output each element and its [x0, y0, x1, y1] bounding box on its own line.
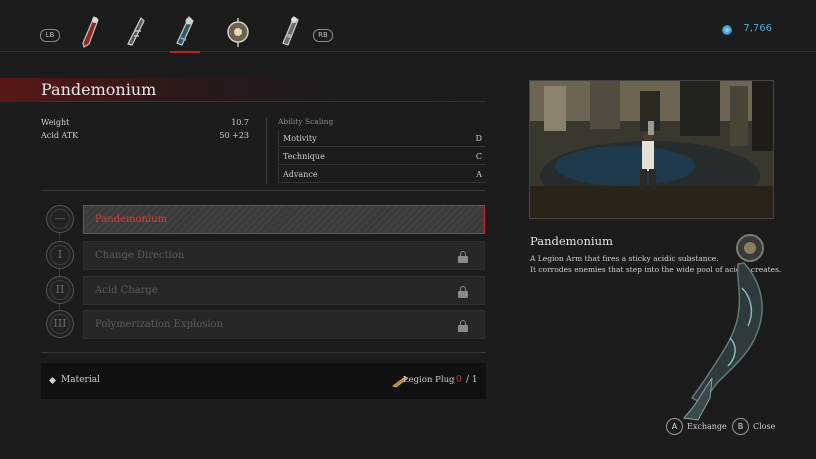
- scaling-label: Technique: [283, 152, 325, 161]
- skill-item-change-direction[interactable]: Change Direction: [83, 241, 485, 270]
- node-ring: [50, 209, 70, 229]
- skill-label: Change Direction: [95, 250, 185, 261]
- legion-arm-icon: [127, 16, 145, 46]
- scaling-label: Advance: [283, 170, 318, 179]
- skill-item-acid-charge[interactable]: Acid Charge: [83, 276, 485, 305]
- scaling-grade: A: [476, 170, 482, 179]
- scaling-label: Motivity: [283, 134, 317, 143]
- page-title: Pandemonium: [41, 80, 157, 99]
- legion-arm-tab-2[interactable]: [123, 14, 149, 50]
- legion-arm-tab-1[interactable]: [78, 14, 104, 50]
- skill-preview-video: [529, 80, 774, 219]
- node-ring: [50, 280, 70, 300]
- lock-icon: [458, 251, 468, 263]
- legion-arm-artwork: [683, 234, 764, 421]
- skill-node-1: I: [46, 241, 74, 269]
- skill-item-polymerization-explosion[interactable]: Polymerization Explosion: [83, 310, 485, 339]
- legion-arm-icon: [227, 18, 249, 47]
- stat-label: Acid ATK: [41, 131, 79, 140]
- b-button-icon: B: [732, 418, 749, 435]
- diamond-bullet-icon: [48, 376, 57, 385]
- ability-scaling-heading: Ability Scaling: [278, 117, 334, 126]
- scaling-grade: C: [475, 152, 482, 161]
- weapon-tab-bar: LB RB 7,766: [0, 0, 816, 53]
- stat-acid-atk: Acid ATK 50 +23: [41, 131, 249, 145]
- legion-arm-tab-5[interactable]: [277, 14, 303, 50]
- scaling-row-motivity: Motivity D: [278, 130, 486, 147]
- skill-node-3: III: [46, 310, 74, 338]
- a-button-icon: A: [666, 418, 683, 435]
- right-bumper-button[interactable]: RB: [313, 29, 333, 42]
- stat-weight: Weight 10.7: [41, 118, 249, 132]
- skill-label: Pandemonium: [95, 214, 168, 225]
- skill-node-base: —: [46, 205, 74, 233]
- left-bumper-button[interactable]: LB: [40, 29, 60, 42]
- skill-connector: [59, 233, 60, 241]
- stat-value: 50 +23: [219, 131, 249, 140]
- legion-arm-icon: [282, 16, 299, 46]
- scaling-row-advance: Advance A: [278, 166, 486, 183]
- node-ring: [50, 314, 70, 334]
- exchange-label: Exchange: [687, 422, 727, 431]
- close-label: Close: [753, 422, 776, 431]
- section-divider: [41, 352, 486, 353]
- legion-arm-tab-3[interactable]: [170, 14, 200, 53]
- scaling-row-technique: Technique C: [278, 148, 486, 165]
- legion-arm-icon: [176, 15, 194, 46]
- legion-arm-icon: [82, 16, 99, 48]
- stat-label: Weight: [41, 118, 70, 127]
- skill-label: Polymerization Explosion: [95, 319, 224, 330]
- material-label: Material: [61, 375, 100, 385]
- material-owned-count: 0: [456, 375, 462, 385]
- ergo-orb-icon: [722, 25, 732, 35]
- stats-divider: [266, 118, 267, 184]
- skill-node-2: II: [46, 276, 74, 304]
- stat-value: 10.7: [231, 118, 249, 127]
- node-ring: [50, 245, 70, 265]
- ergo-counter: 7,766: [743, 23, 772, 34]
- skill-item-pandemonium[interactable]: Pandemonium: [83, 205, 485, 234]
- legion-arm-tab-4[interactable]: [224, 14, 250, 50]
- material-panel: Material Legion Plug 0 / 1: [41, 363, 486, 399]
- scaling-grade: D: [475, 134, 482, 143]
- material-item-name: Legion Plug: [403, 375, 455, 385]
- gameplay-preview-image: [530, 81, 773, 218]
- skill-label: Acid Charge: [95, 285, 158, 296]
- skill-detail-title: Pandemonium: [530, 234, 613, 248]
- material-required-count: / 1: [466, 375, 478, 385]
- lock-icon: [458, 320, 468, 332]
- lock-icon: [458, 286, 468, 298]
- section-divider: [41, 190, 486, 191]
- title-divider: [41, 101, 486, 102]
